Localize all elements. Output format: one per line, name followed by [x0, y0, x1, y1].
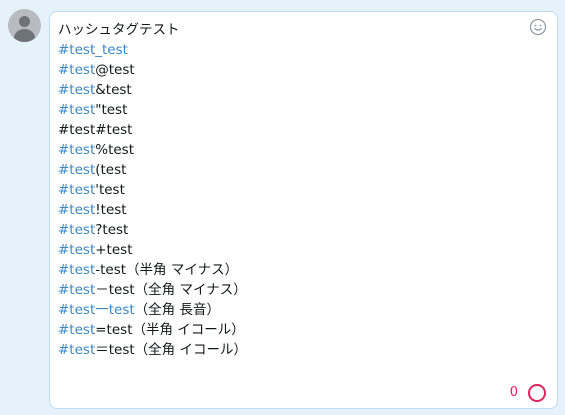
avatar-head	[19, 16, 30, 27]
plain-text: #test#test	[58, 122, 133, 138]
hashtag-link[interactable]: #test	[58, 342, 95, 358]
text-line: #test'test	[58, 180, 521, 200]
text-line: #test#test	[58, 120, 521, 140]
text-line: ハッシュタグテスト	[58, 20, 521, 40]
plain-text: @test	[95, 62, 135, 78]
plain-text: (test	[95, 162, 127, 178]
plain-text: 'test	[95, 182, 125, 198]
text-line: #test(test	[58, 160, 521, 180]
text-line: #test－test（全角 マイナス）	[58, 280, 521, 300]
hashtag-link[interactable]: #test	[58, 82, 95, 98]
text-line: #test?test	[58, 220, 521, 240]
hashtag-link[interactable]: #test	[58, 102, 95, 118]
plain-text: &test	[95, 82, 132, 98]
plain-text: （全角 長音）	[134, 302, 220, 318]
hashtag-link[interactable]: #test	[58, 62, 95, 78]
hashtag-link[interactable]: #test	[58, 142, 95, 158]
plain-text: !test	[95, 202, 127, 218]
tweet-textarea[interactable]: ハッシュタグテスト #test_test #test@test #test&test #…	[58, 20, 521, 360]
text-line: #test=test（半角 イコール）	[58, 320, 521, 340]
plain-text: +test	[95, 242, 133, 258]
tweet-compose-box[interactable]: ハッシュタグテスト #test_test #test@test #test&test #…	[49, 11, 558, 409]
hashtag-link[interactable]: #test	[58, 242, 95, 258]
text-line: #test-test（半角 マイナス）	[58, 260, 521, 280]
plain-text: "test	[95, 102, 128, 118]
text-line: #test_test	[58, 40, 521, 60]
text-line: #test一test（全角 長音）	[58, 300, 521, 320]
text-line: #test%test	[58, 140, 521, 160]
plain-text: -test（半角 マイナス）	[95, 262, 239, 278]
plain-text: ＝test（全角 イコール）	[95, 342, 247, 358]
hashtag-link[interactable]: #test	[58, 282, 95, 298]
character-counter: 0	[509, 385, 518, 400]
hashtag-link[interactable]: #test	[58, 162, 95, 178]
hashtag-link[interactable]: #test	[58, 322, 95, 338]
text-line: #test+test	[58, 240, 521, 260]
hashtag-link[interactable]: #test_test	[58, 42, 128, 58]
text-line: #test!test	[58, 200, 521, 220]
default-avatar-icon[interactable]	[8, 9, 41, 42]
plain-text: =test（半角 イコール）	[95, 322, 245, 338]
smiley-icon[interactable]	[529, 18, 547, 36]
character-count-ring-icon	[528, 384, 546, 402]
hashtag-link[interactable]: #test	[58, 202, 95, 218]
avatar-body	[14, 29, 35, 42]
text-line: #test@test	[58, 60, 521, 80]
plain-text: ハッシュタグテスト	[58, 22, 180, 38]
plain-text: %test	[95, 142, 135, 158]
hashtag-link[interactable]: #test	[58, 222, 95, 238]
hashtag-link[interactable]: #test一test	[58, 302, 135, 318]
hashtag-link[interactable]: #test	[58, 262, 95, 278]
text-line: #test&test	[58, 80, 521, 100]
text-line: #test＝test（全角 イコール）	[58, 340, 521, 360]
plain-text: ?test	[95, 222, 129, 238]
plain-text: －test（全角 マイナス）	[95, 282, 247, 298]
text-line: #test"test	[58, 100, 521, 120]
hashtag-link[interactable]: #test	[58, 182, 95, 198]
